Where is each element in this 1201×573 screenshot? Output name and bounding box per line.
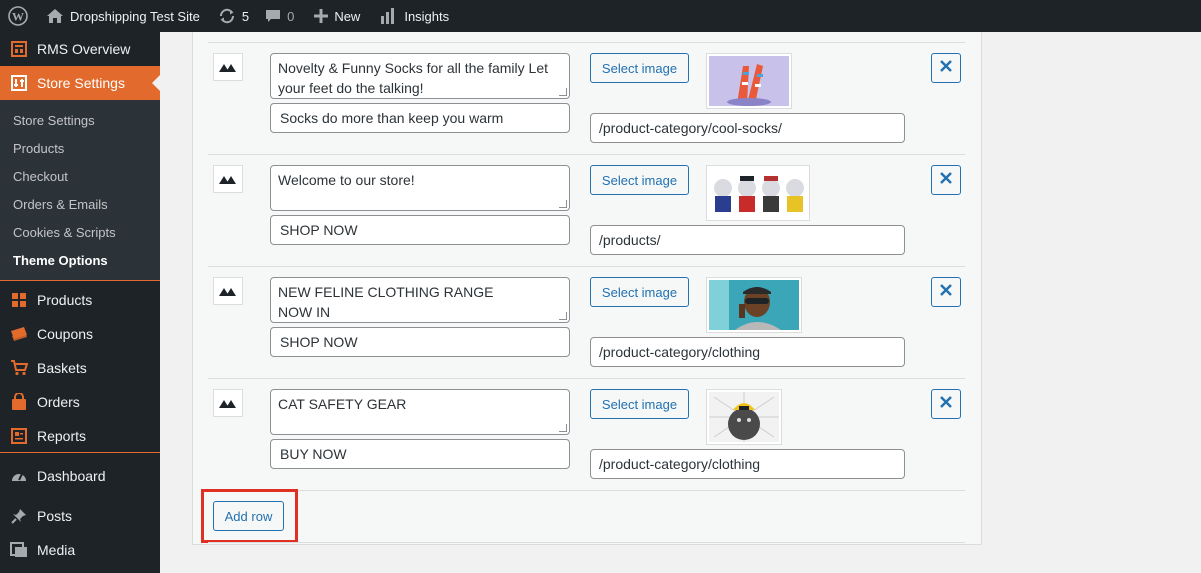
dashboard-icon [10,467,28,485]
close-icon [940,283,952,301]
banner-row: Novelty & Funny Socks for all the family… [208,42,965,154]
sidebar-item-label: Orders [37,394,80,410]
add-row-button[interactable]: Add row [213,501,284,531]
home-icon [46,8,64,24]
submenu-orders-emails[interactable]: Orders & Emails [0,190,160,218]
comments-count: 0 [287,8,295,24]
sidebar-item-store-settings[interactable]: Store Settings [0,66,160,100]
pushpin-icon [10,507,28,525]
close-icon [940,171,952,189]
store-settings-submenu: Store Settings Products Checkout Orders … [0,100,160,281]
products-icon [10,291,28,309]
updates-link[interactable]: 5 [208,0,257,32]
bar-chart-icon [380,8,398,24]
bag-icon [10,393,28,411]
select-image-button[interactable]: Select image [590,389,689,419]
sort-handle-icon[interactable] [213,165,243,193]
insights-label: Insights [404,8,450,24]
svg-text:W: W [12,10,24,24]
new-label: New [334,8,361,24]
sidebar-item-dashboard[interactable]: Dashboard [0,459,160,493]
submenu-products[interactable]: Products [0,134,160,162]
banner-button-text-input[interactable]: SHOP NOW [270,327,570,357]
sort-handle-icon[interactable] [213,389,243,417]
sidebar-item-reports[interactable]: Reports [0,419,160,453]
coupon-icon [10,325,28,343]
submenu-cookies-scripts[interactable]: Cookies & Scripts [0,218,160,246]
delete-row-button[interactable] [931,53,961,83]
submenu-store-settings[interactable]: Store Settings [0,106,160,134]
rows-divider [208,490,965,491]
grid-icon [10,40,28,58]
select-image-button[interactable]: Select image [590,277,689,307]
sidebar-item-products[interactable]: Products [0,283,160,317]
banner-button-text-input[interactable]: SHOP NOW [270,215,570,245]
banner-row: Welcome to our store! SHOP NOW Select im… [208,154,965,266]
media-icon [10,541,28,559]
sidebar-item-label: Dashboard [37,468,106,484]
sidebar-item-label: Reports [37,427,87,444]
sidebar-item-label: Media [37,542,76,558]
sidebar-item-posts[interactable]: Posts [0,499,160,533]
close-icon [940,59,952,77]
wordpress-icon: W [8,6,28,26]
banner-text-area[interactable]: CAT SAFETY GEAR [270,389,570,435]
sidebar-item-label: Coupons [37,326,94,342]
new-content-link[interactable]: New [302,0,368,32]
cart-icon [10,359,28,377]
banner-image-thumbnail[interactable] [706,165,810,221]
sidebar-item-orders[interactable]: Orders [0,385,160,419]
submenu-theme-options[interactable]: Theme Options [0,246,160,274]
site-name-link[interactable]: Dropshipping Test Site [36,0,208,32]
sidebar-item-label: Baskets [37,360,87,376]
settings-icon [10,74,28,92]
sidebar-item-label: RMS Overview [37,41,131,57]
sidebar-item-baskets[interactable]: Baskets [0,351,160,385]
sidebar-item-label: Posts [37,508,73,524]
sidebar-item-label: Products [37,292,93,308]
banner-image-thumbnail[interactable] [706,53,792,109]
delete-row-button[interactable] [931,277,961,307]
plus-icon [314,9,329,23]
delete-row-button[interactable] [931,165,961,195]
banner-link-url-input[interactable]: /product-category/clothing [590,449,905,479]
banner-row: NEW FELINE CLOTHING RANGE NOW IN SHOP NO… [208,266,965,378]
sidebar-item-media[interactable]: Media [0,533,160,567]
banner-text-area[interactable]: Welcome to our store! [270,165,570,211]
refresh-icon [218,7,236,25]
banner-text-area[interactable]: NEW FELINE CLOTHING RANGE NOW IN [270,277,570,323]
site-name: Dropshipping Test Site [70,8,200,24]
select-image-button[interactable]: Select image [590,53,689,83]
comments-link[interactable]: 0 [257,0,302,32]
admin-sidebar: RMS Overview Store Settings Store Settin… [0,32,160,573]
panel-footer-line [208,542,965,543]
sidebar-item-rms-overview[interactable]: RMS Overview [0,32,160,66]
admin-bar: W Dropshipping Test Site 5 0 New Insight… [0,0,1201,32]
insights-link[interactable]: Insights [368,0,457,32]
updates-count: 5 [241,8,250,24]
sort-handle-icon[interactable] [213,277,243,305]
submenu-checkout[interactable]: Checkout [0,162,160,190]
delete-row-button[interactable] [931,389,961,419]
sidebar-item-coupons[interactable]: Coupons [0,317,160,351]
banner-image-thumbnail[interactable] [706,277,802,333]
select-image-button[interactable]: Select image [590,165,689,195]
wordpress-logo-button[interactable]: W [0,0,36,32]
banner-button-text-input[interactable]: Socks do more than keep you warm [270,103,570,133]
comment-icon [265,8,281,24]
banner-text-area[interactable]: Novelty & Funny Socks for all the family… [270,53,570,99]
banner-link-url-input[interactable]: /product-category/clothing [590,337,905,367]
banner-button-text-input[interactable]: BUY NOW [270,439,570,469]
sort-handle-icon[interactable] [213,53,243,81]
banner-row: CAT SAFETY GEAR BUY NOW Select image /pr… [208,378,965,490]
banner-link-url-input[interactable]: /product-category/cool-socks/ [590,113,905,143]
reports-icon [10,427,28,445]
banner-image-thumbnail[interactable] [706,389,782,445]
sidebar-item-label: Store Settings [37,75,125,91]
close-icon [940,395,952,413]
banner-link-url-input[interactable]: /products/ [590,225,905,255]
